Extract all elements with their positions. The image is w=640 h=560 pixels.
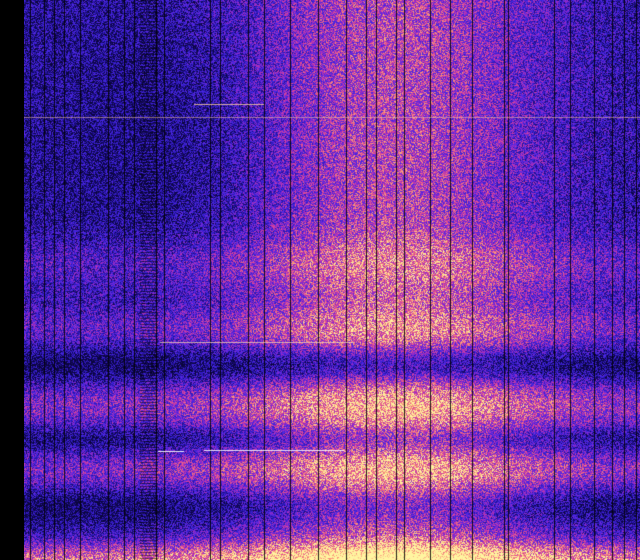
spectrogram-viewer bbox=[0, 0, 640, 560]
left-gutter bbox=[0, 0, 24, 560]
spectrogram-canvas bbox=[24, 0, 640, 560]
